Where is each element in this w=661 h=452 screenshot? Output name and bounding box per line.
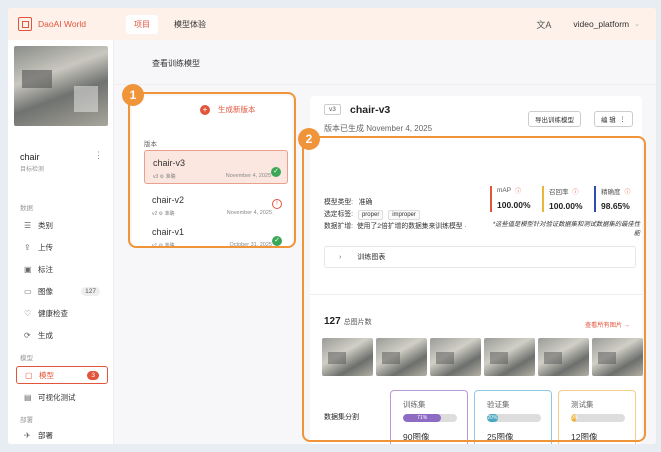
more-icon[interactable]: ⋮	[94, 150, 103, 161]
sidebar-item-health-check[interactable]: ♡ 健康检查	[16, 304, 108, 322]
callout-box-2	[302, 136, 646, 442]
project-thumbnail	[14, 46, 108, 126]
list-icon: ☰	[24, 220, 32, 230]
logo-icon	[18, 17, 32, 31]
sidebar-item-annotate[interactable]: ▣ 标注	[16, 260, 108, 278]
images-count-badge: 127	[81, 286, 100, 296]
annotate-icon: ▣	[24, 264, 32, 274]
chevron-down-icon[interactable]: ⌄	[634, 20, 640, 28]
image-icon: ▭	[24, 286, 32, 296]
test-icon: ▤	[24, 392, 32, 402]
version-name: chair-v3	[350, 104, 391, 116]
user-menu[interactable]: video_platform	[573, 19, 629, 29]
deploy-icon: ✈	[24, 430, 31, 440]
brand[interactable]: DaoAI World	[18, 17, 118, 31]
brand-name: DaoAI World	[38, 19, 87, 29]
generated-date: 版本已生成 November 4, 2025	[324, 124, 433, 133]
sidebar-item-upload[interactable]: ⇪ 上传	[16, 238, 108, 256]
sidebar-item-classes[interactable]: ☰ 类别	[16, 216, 108, 234]
edit-button[interactable]: 编 辑 ⋮	[594, 111, 633, 127]
export-model-button[interactable]: 导出训练模型	[528, 111, 581, 127]
sidebar-item-deploy[interactable]: ✈ 部署	[16, 426, 108, 444]
page-title: 查看训练模型	[152, 59, 200, 68]
callout-box-1	[128, 92, 296, 248]
translate-icon[interactable]: 文A	[536, 18, 551, 31]
callout-badge-2: 2	[298, 128, 320, 150]
sidebar-item-models[interactable]: ▢ 模型 3	[16, 366, 108, 384]
sidebar-item-visual-test[interactable]: ▤ 可视化测试	[16, 388, 108, 406]
section-data: 数据	[20, 205, 33, 212]
main-content: 查看训练模型 + 生成新版本 版本 chair-v3 v3 ⚙ 准确 Novem…	[114, 40, 656, 444]
tab-model-experience[interactable]: 模型体验	[166, 15, 214, 34]
folder-icon: ▢	[25, 370, 33, 380]
models-count-badge: 3	[87, 370, 99, 380]
sidebar-item-generate[interactable]: ⟳ 生成	[16, 326, 108, 344]
section-deploy: 部署	[20, 417, 33, 424]
project-name: chair	[20, 152, 40, 162]
app-frame: DaoAI World 项目 模型体验 文A video_platform ⌄ …	[8, 8, 656, 444]
upload-icon: ⇪	[24, 242, 31, 252]
section-model: 模型	[20, 355, 33, 362]
project-type: 目标检测	[20, 167, 45, 173]
top-bar: DaoAI World 项目 模型体验 文A video_platform ⌄	[8, 8, 656, 40]
sidebar: chair 目标检测 ⋮ 数据 ☰ 类别 ⇪ 上传 ▣ 标注 ▭ 图像 127 ♡ 健康检…	[8, 40, 114, 444]
version-tag: v3	[324, 104, 341, 115]
heart-icon: ♡	[24, 308, 32, 318]
divider	[114, 84, 656, 85]
generate-icon: ⟳	[24, 330, 31, 340]
sidebar-item-images[interactable]: ▭ 图像 127	[16, 282, 108, 300]
tab-projects[interactable]: 项目	[126, 14, 158, 34]
callout-badge-1: 1	[122, 84, 144, 106]
